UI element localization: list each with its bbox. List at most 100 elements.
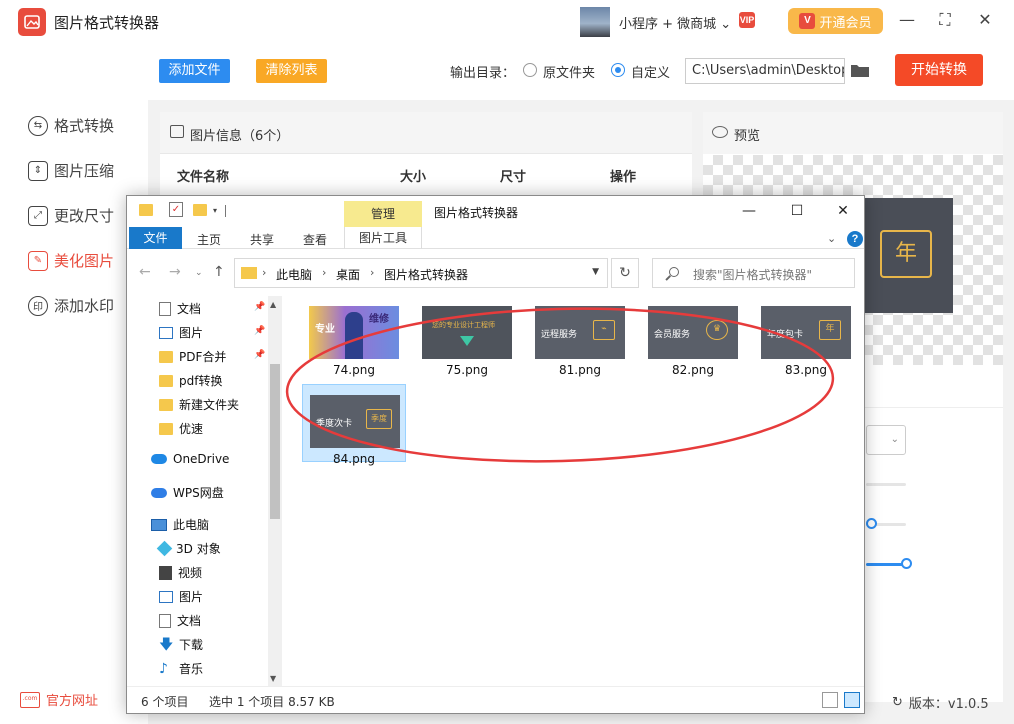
- sidebar-item-label: 图片压缩: [54, 162, 115, 180]
- maximize-icon[interactable]: ⛶: [935, 10, 955, 30]
- scroll-up-icon[interactable]: ▲: [270, 300, 276, 309]
- help-icon[interactable]: ?: [847, 231, 863, 247]
- qat-dropdown-icon[interactable]: ▾: [213, 206, 217, 215]
- radio-custom[interactable]: [611, 63, 625, 77]
- column-header-actions: 操作: [610, 170, 637, 185]
- up-arrow-icon[interactable]: ↑: [213, 264, 225, 280]
- computer-icon: [151, 518, 167, 531]
- file-item-83[interactable]: 年度包卡 年 83.png: [754, 296, 858, 377]
- large-icons-view-icon[interactable]: [844, 692, 860, 708]
- refresh-icon: ↻: [892, 695, 903, 710]
- tab-share[interactable]: 共享: [250, 231, 274, 248]
- nav-item-label: OneDrive: [173, 452, 230, 466]
- file-item-81[interactable]: 远程服务 ⌁ 81.png: [528, 296, 632, 377]
- details-view-icon[interactable]: [822, 692, 838, 708]
- sidebar-item-watermark[interactable]: 印 添加水印: [28, 295, 114, 316]
- minimize-icon[interactable]: —: [739, 201, 759, 221]
- minimize-icon[interactable]: —: [897, 10, 917, 30]
- sidebar-item-label: 格式转换: [54, 117, 115, 135]
- vip-button[interactable]: V 开通会员: [788, 8, 883, 34]
- radio-original-label: 原文件夹: [543, 66, 596, 81]
- tab-file[interactable]: 文件: [129, 227, 182, 249]
- pin-icon[interactable]: 📌: [254, 326, 265, 336]
- pin-icon[interactable]: 📌: [254, 350, 265, 360]
- nav-item-onedrive[interactable]: OneDrive: [151, 452, 229, 466]
- official-site-link[interactable]: .com 官方网址: [20, 690, 98, 709]
- vip-button-label: 开通会员: [819, 15, 872, 31]
- nav-item-pdf-convert[interactable]: pdf转换: [159, 372, 222, 389]
- sidebar-item-resize[interactable]: ⤢ 更改尺寸: [28, 205, 114, 226]
- file-explorer-window[interactable]: ✓ ▾ 管理 图片格式转换器 — ☐ ✕ 文件 主页 共享 查看 图片工具 ⌄ …: [126, 195, 865, 714]
- nav-item-documents-pc[interactable]: 文档: [159, 612, 201, 629]
- eye-icon: [712, 126, 728, 138]
- 3d-objects-icon: [156, 540, 173, 557]
- nav-item-label: 图片: [179, 590, 204, 604]
- slider-knob-3[interactable]: [901, 558, 912, 569]
- slider-knob-2[interactable]: [866, 518, 877, 529]
- add-files-button[interactable]: 添加文件: [159, 59, 230, 83]
- nav-item-pictures[interactable]: 图片: [159, 324, 203, 341]
- folder-icon: [159, 350, 173, 363]
- output-path-input[interactable]: C:\Users\admin\Desktop: [685, 58, 845, 84]
- pin-icon[interactable]: 📌: [254, 302, 265, 312]
- recent-dropdown-icon[interactable]: ⌄: [195, 268, 203, 278]
- thumbnail-text: 专业: [315, 324, 335, 335]
- sidebar-item-beautify[interactable]: ✎ 美化图片: [28, 250, 114, 271]
- nav-item-pdf-merge[interactable]: PDF合并: [159, 348, 226, 365]
- promo-thumbnail[interactable]: [580, 7, 610, 37]
- tab-view[interactable]: 查看: [303, 231, 327, 248]
- nav-item-3d-objects[interactable]: 3D 对象: [156, 540, 221, 557]
- wps-cloud-icon: [151, 487, 167, 498]
- calendar-year-icon: 年: [819, 320, 841, 340]
- file-item-82[interactable]: 会员服务 ♛ 82.png: [641, 296, 745, 377]
- search-input[interactable]: 搜索"图片格式转换器": [652, 258, 855, 288]
- promo-link[interactable]: 小程序 + 微商城 ⌄: [619, 13, 731, 32]
- breadcrumb-current-folder[interactable]: 图片格式转换器: [384, 266, 468, 283]
- browse-folder-icon[interactable]: [850, 62, 870, 78]
- nav-scrollbar-thumb[interactable]: [270, 364, 280, 519]
- nav-item-wps-cloud[interactable]: WPS网盘: [151, 484, 224, 501]
- maximize-icon[interactable]: ☐: [787, 201, 807, 221]
- nav-item-this-pc[interactable]: 此电脑: [151, 516, 209, 533]
- file-item-74[interactable]: 专业 维修 74.png: [302, 296, 406, 377]
- official-site-label: 官方网址: [46, 694, 99, 709]
- tab-manage[interactable]: 管理: [344, 201, 422, 227]
- expand-ribbon-icon[interactable]: ⌄: [827, 232, 836, 245]
- nav-item-new-folder[interactable]: 新建文件夹: [159, 396, 239, 413]
- column-header-filename: 文件名称: [177, 170, 230, 185]
- slider-track-1[interactable]: [866, 483, 906, 486]
- tab-home[interactable]: 主页: [197, 231, 221, 248]
- version-label: 版本：v1.0.5: [908, 697, 989, 712]
- back-arrow-icon[interactable]: ←: [139, 264, 151, 280]
- start-convert-button[interactable]: 开始转换: [895, 54, 983, 86]
- breadcrumb-separator: ›: [370, 266, 375, 279]
- tab-picture-tools[interactable]: 图片工具: [344, 227, 422, 249]
- close-icon[interactable]: ✕: [833, 201, 853, 221]
- clear-list-button[interactable]: 清除列表: [256, 59, 327, 83]
- calendar-quarter-icon: 季度: [366, 409, 392, 429]
- nav-item-downloads[interactable]: 🡇 下载: [159, 636, 203, 653]
- nav-item-videos[interactable]: 视频: [159, 564, 202, 581]
- nav-item-music[interactable]: ♪ 音乐: [159, 660, 203, 677]
- sidebar-item-compress[interactable]: ⇕ 图片压缩: [28, 160, 114, 181]
- radio-original-folder[interactable]: [523, 63, 537, 77]
- properties-icon[interactable]: ✓: [169, 202, 183, 217]
- scroll-down-icon[interactable]: ▼: [270, 674, 276, 683]
- nav-item-yousu[interactable]: 优速: [159, 420, 203, 437]
- person-figure: [345, 312, 363, 359]
- settings-dropdown[interactable]: ⌄: [866, 425, 906, 455]
- refresh-icon[interactable]: ↻: [611, 258, 639, 288]
- file-item-84[interactable]: 季度次卡 季度 84.png: [302, 384, 406, 466]
- close-icon[interactable]: ✕: [975, 10, 995, 30]
- breadcrumb-this-pc[interactable]: 此电脑: [276, 266, 312, 283]
- nav-item-documents[interactable]: 文档: [159, 300, 201, 317]
- address-bar[interactable]: › 此电脑 › 桌面 › 图片格式转换器 ▼: [234, 258, 608, 288]
- breadcrumb-desktop[interactable]: 桌面: [336, 266, 360, 283]
- sidebar-item-format-convert[interactable]: ⇆ 格式转换: [28, 115, 114, 136]
- nav-item-pictures-pc[interactable]: 图片: [159, 588, 203, 605]
- address-dropdown-icon[interactable]: ▼: [592, 267, 599, 277]
- forward-arrow-icon[interactable]: →: [169, 264, 181, 280]
- slider-track-3[interactable]: [866, 563, 906, 566]
- file-item-75[interactable]: 您的专业设计工程师 75.png: [415, 296, 519, 377]
- new-folder-icon[interactable]: [193, 204, 207, 216]
